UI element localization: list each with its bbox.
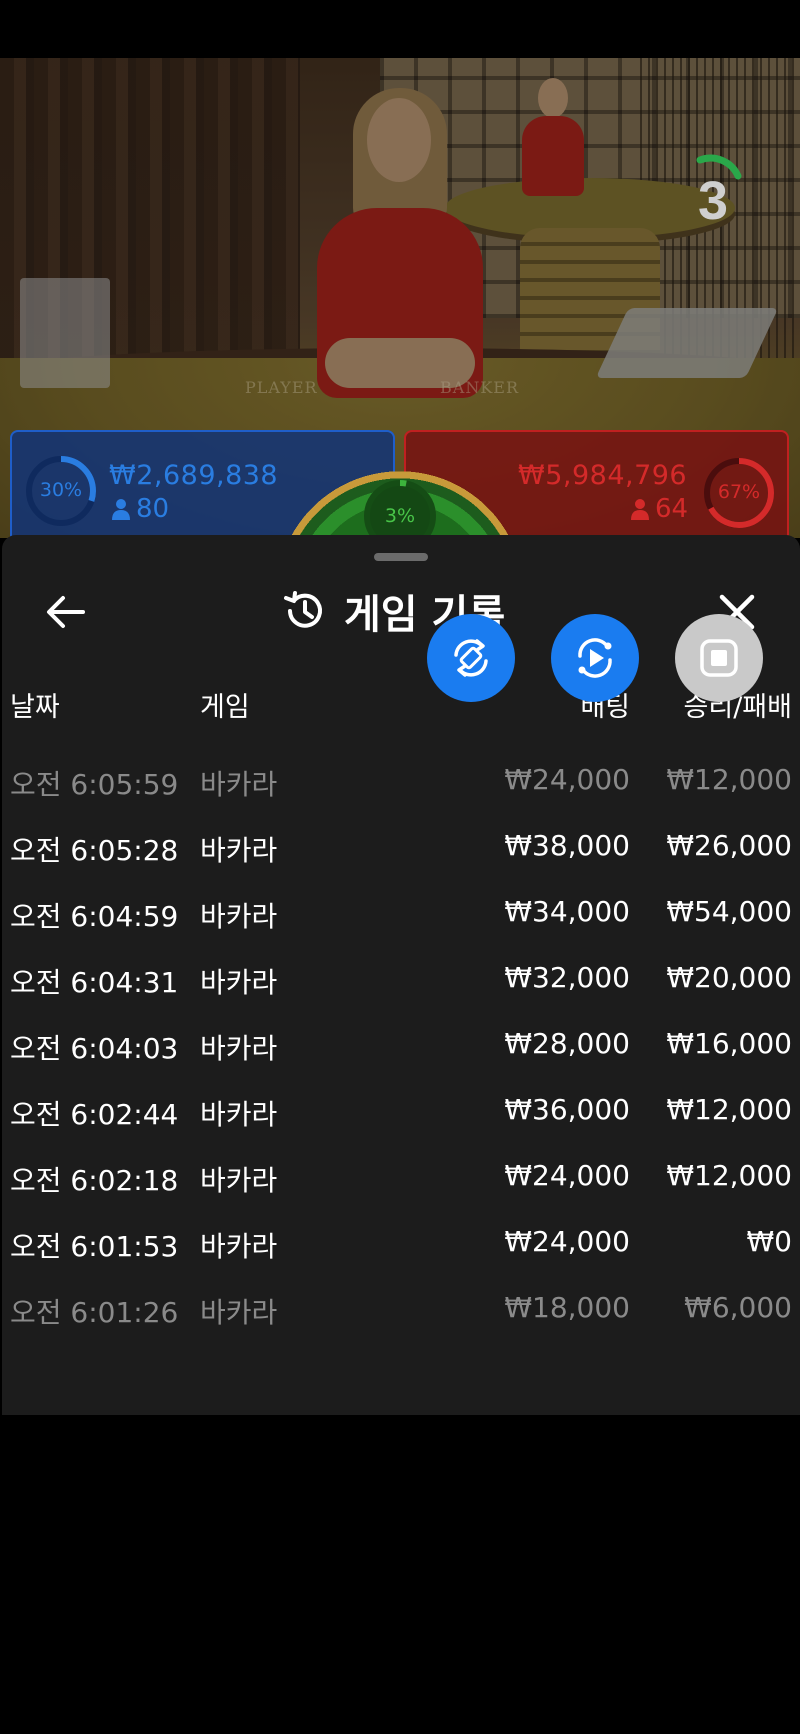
history-row[interactable]: 오전 6:02:44 바카라 ₩36,000 ₩12,000 — [2, 1083, 800, 1149]
arrow-left-icon — [47, 596, 85, 628]
row-bet: ₩36,000 — [504, 1093, 630, 1126]
column-header-game: 게임 — [200, 692, 250, 723]
row-game: 바카라 — [200, 1098, 278, 1131]
row-bet: ₩24,000 — [504, 1225, 630, 1258]
row-result: ₩6,000 — [684, 1291, 792, 1324]
row-bet: ₩38,000 — [504, 829, 630, 862]
banker-total-amount: ₩5,984,796 — [518, 460, 688, 491]
banker-count-value: 64 — [655, 494, 689, 524]
row-date: 오전 6:05:59 — [10, 768, 179, 801]
back-button[interactable] — [40, 587, 90, 637]
row-bet: ₩18,000 — [504, 1291, 630, 1324]
row-date: 오전 6:01:53 — [10, 1230, 179, 1263]
row-result: ₩12,000 — [666, 1159, 792, 1192]
history-row[interactable]: 오전 6:04:31 바카라 ₩32,000 ₩20,000 — [2, 951, 800, 1017]
history-row[interactable]: 오전 6:02:18 바카라 ₩24,000 ₩12,000 — [2, 1149, 800, 1215]
person-icon — [631, 499, 649, 520]
row-result: ₩20,000 — [666, 961, 792, 994]
countdown-number: 3 — [697, 171, 729, 231]
rotate-screen-icon — [454, 639, 488, 677]
history-row[interactable]: 오전 6:05:59 바카라 ₩24,000 ₩12,000 — [2, 753, 800, 819]
row-bet: ₩24,000 — [504, 763, 630, 796]
row-result: ₩0 — [746, 1225, 793, 1258]
row-game: 바카라 — [200, 900, 278, 933]
row-date: 오전 6:04:59 — [10, 900, 179, 933]
round-countdown: 3 — [686, 154, 766, 236]
row-result: ₩12,000 — [666, 763, 792, 796]
row-bet: ₩34,000 — [504, 895, 630, 928]
list-fade — [2, 1325, 800, 1415]
banker-percent: 67% — [717, 481, 761, 503]
row-game: 바카라 — [200, 1032, 278, 1065]
replay-button[interactable] — [551, 614, 639, 702]
person-icon — [112, 499, 130, 520]
history-row[interactable]: 오전 6:04:59 바카라 ₩34,000 ₩54,000 — [2, 885, 800, 951]
row-bet: ₩24,000 — [504, 1159, 630, 1192]
player-bettor-count: 80 — [112, 494, 169, 524]
history-row[interactable]: 오전 6:04:03 바카라 ₩28,000 ₩16,000 — [2, 1017, 800, 1083]
banker-bettor-count: 64 — [631, 494, 688, 524]
history-row[interactable]: 오전 6:01:53 바카라 ₩24,000 ₩0 — [2, 1215, 800, 1281]
row-date: 오전 6:02:18 — [10, 1164, 179, 1197]
row-game: 바카라 — [200, 1230, 278, 1263]
row-bet: ₩28,000 — [504, 1027, 630, 1060]
stop-button[interactable] — [675, 614, 763, 702]
row-game: 바카라 — [200, 1164, 278, 1197]
row-date: 오전 6:02:44 — [10, 1098, 179, 1131]
history-list: 오전 6:05:59 바카라 ₩24,000 ₩12,000 오전 6:05:2… — [2, 753, 800, 1347]
stop-icon — [700, 639, 738, 677]
player-percent: 30% — [39, 479, 83, 501]
row-result: ₩26,000 — [666, 829, 792, 862]
row-date: 오전 6:04:31 — [10, 966, 179, 999]
row-result: ₩16,000 — [666, 1027, 792, 1060]
row-result: ₩54,000 — [666, 895, 792, 928]
player-count-value: 80 — [136, 494, 170, 524]
row-game: 바카라 — [200, 966, 278, 999]
row-bet: ₩32,000 — [504, 961, 630, 994]
row-game: 바카라 — [200, 834, 278, 867]
replay-play-icon — [578, 638, 612, 678]
history-icon — [284, 591, 322, 628]
history-row[interactable]: 오전 6:05:28 바카라 ₩38,000 ₩26,000 — [2, 819, 800, 885]
player-total-amount: ₩2,689,838 — [109, 460, 279, 491]
rotate-screen-button[interactable] — [427, 614, 515, 702]
row-date: 오전 6:04:03 — [10, 1032, 179, 1065]
column-header-date: 날짜 — [10, 692, 60, 723]
row-date: 오전 6:05:28 — [10, 834, 179, 867]
row-game: 바카라 — [200, 768, 278, 801]
tie-percent: 3% — [384, 505, 416, 527]
row-result: ₩12,000 — [666, 1093, 792, 1126]
sheet-drag-handle[interactable] — [374, 553, 428, 561]
